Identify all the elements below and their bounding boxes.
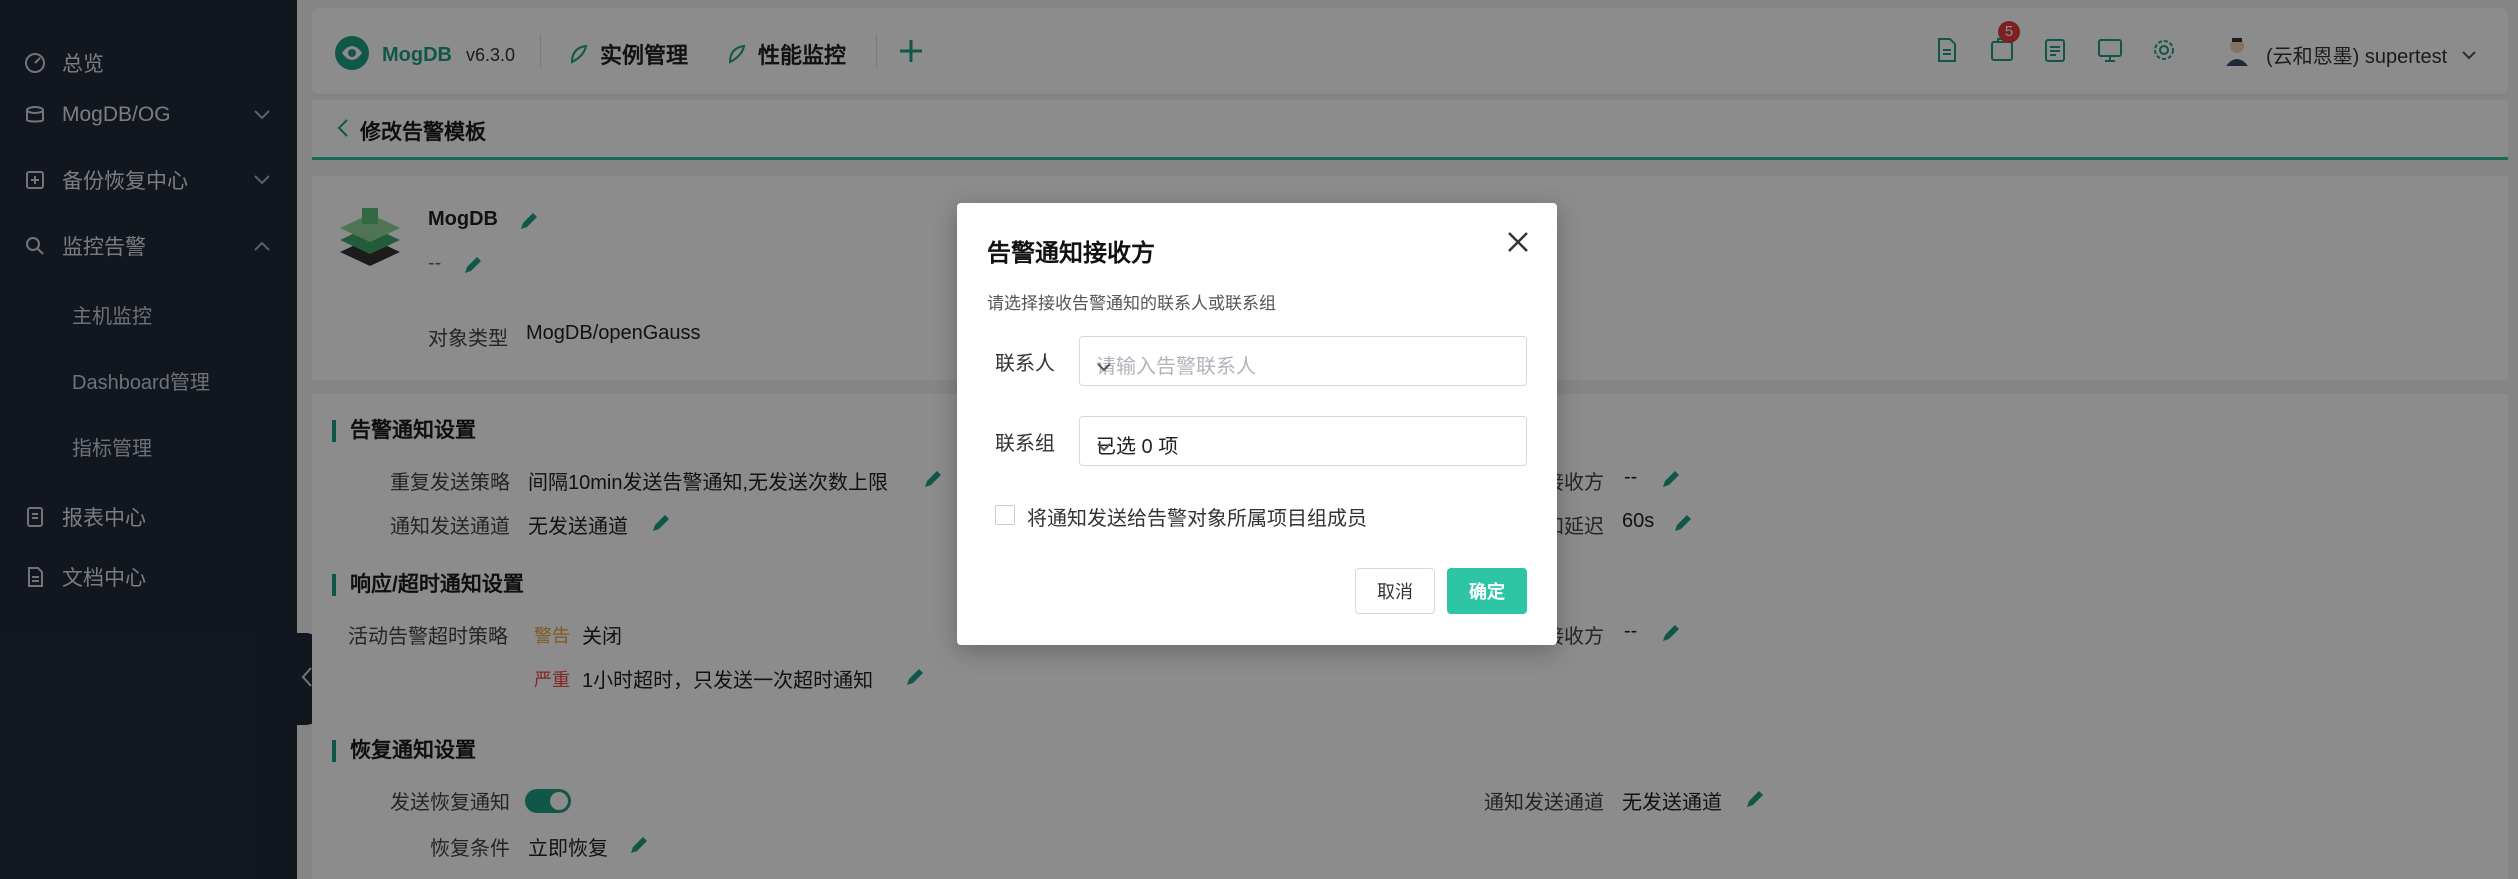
confirm-button[interactable]: 确定: [1447, 568, 1527, 614]
cancel-button[interactable]: 取消: [1355, 568, 1435, 614]
receiver-modal: 告警通知接收方 请选择接收告警通知的联系人或联系组 联系人 请输入告警联系人 联…: [957, 203, 1557, 645]
project-members-label: 将通知发送给告警对象所属项目组成员: [1027, 508, 1367, 530]
group-select[interactable]: 已选 0 项: [1079, 416, 1527, 466]
close-icon[interactable]: [1505, 229, 1531, 255]
contact-label: 联系人: [995, 353, 1055, 375]
group-label: 联系组: [995, 433, 1055, 455]
project-members-checkbox[interactable]: [995, 505, 1015, 525]
modal-description: 请选择接收告警通知的联系人或联系组: [987, 294, 1276, 313]
contact-select[interactable]: 请输入告警联系人: [1079, 336, 1527, 386]
modal-title: 告警通知接收方: [987, 240, 1155, 267]
chevron-down-icon: [1096, 435, 1508, 458]
chevron-down-icon: [1096, 355, 1508, 378]
